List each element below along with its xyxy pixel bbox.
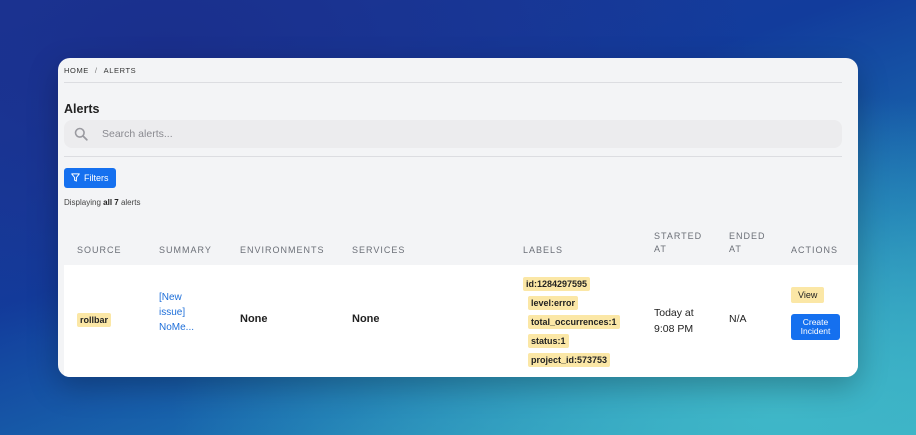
breadcrumb-separator: / [94,66,98,75]
filter-icon [71,172,80,184]
create-incident-line2: Incident [800,326,831,336]
label-badge-level: level:error [528,296,579,310]
label-badge-occurrences: total_occurrences:1 [528,315,620,329]
alerts-window: HOME / ALERTS Alerts Filters Displaying … [58,58,858,377]
header-ended-line2: AT [729,244,742,254]
table-row[interactable]: rollbar [New issue] NoMe... None None id… [64,265,858,377]
search-divider [64,156,842,157]
header-divider [64,82,842,83]
page-title: Alerts [64,102,100,116]
summary-line-1: [New [159,292,182,303]
source-cell: rollbar [77,313,112,327]
summary-cell: [New issue] NoMe... [159,290,194,335]
header-labels[interactable]: LABELS [523,244,563,257]
header-services[interactable]: SERVICES [352,244,405,257]
summary-line-2: issue] [159,307,186,318]
breadcrumb: HOME / ALERTS [64,66,136,75]
header-started-line2: AT [654,244,667,254]
breadcrumb-current: ALERTS [103,66,137,75]
services-cell: None [352,313,380,325]
summary-link[interactable]: [New issue] NoMe... [159,290,194,335]
count-bold: all 7 [103,198,119,207]
labels-cell: id:1284297595 level:error total_occurren… [523,277,620,372]
header-actions: ACTIONS [791,245,839,255]
label-badge-id: id:1284297595 [523,277,591,291]
filters-button[interactable]: Filters [64,168,116,188]
search-input[interactable] [102,128,702,140]
environments-cell: None [240,313,268,325]
search-bar[interactable] [64,120,842,148]
label-badge-status: status:1 [528,334,569,348]
count-suffix: alerts [118,198,141,207]
create-incident-button[interactable]: Create Incident [791,314,840,340]
started-at-line1: Today at [654,307,694,319]
breadcrumb-home[interactable]: HOME [64,66,89,75]
filters-label: Filters [84,173,109,183]
header-ended-at[interactable]: ENDED AT [729,230,766,256]
started-at-cell: Today at 9:08 PM [654,305,694,337]
label-badge-project: project_id:573753 [528,353,611,367]
header-ended-line1: ENDED [729,231,766,241]
header-started-line1: STARTED [654,231,703,241]
ended-at-cell: N/A [729,313,747,325]
summary-line-3: NoMe... [159,322,195,333]
header-started-at[interactable]: STARTED AT [654,230,702,256]
alert-count: Displaying all 7 alerts [64,198,141,207]
view-button[interactable]: View [791,287,825,303]
count-prefix: Displaying [64,198,104,207]
source-badge: rollbar [77,313,112,327]
search-icon [72,120,102,148]
header-summary[interactable]: SUMMARY [159,244,212,257]
started-at-line2: 9:08 PM [654,323,694,335]
header-source[interactable]: SOURCE [77,244,122,257]
header-environments[interactable]: ENVIRONMENTS [240,244,325,257]
